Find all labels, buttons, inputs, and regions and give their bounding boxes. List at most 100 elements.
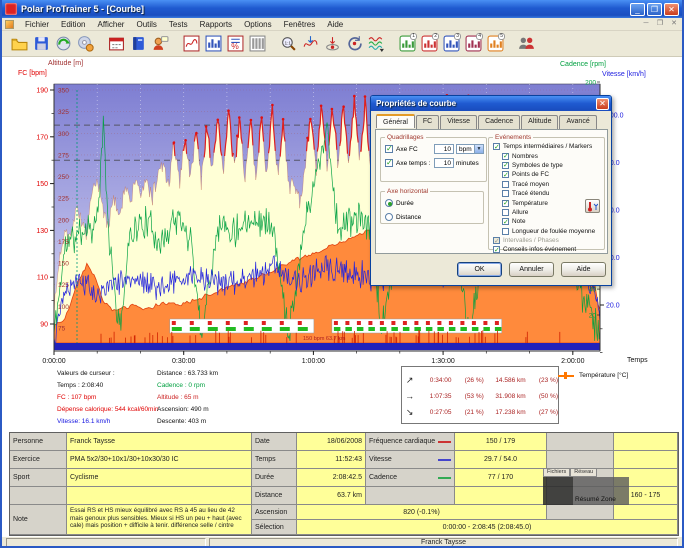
axe-temps-unit-label: minutes	[456, 160, 479, 167]
menu-item-tests[interactable]: Tests	[163, 19, 194, 30]
percent-view-icon[interactable]: %	[224, 33, 246, 55]
checkbox[interactable]	[502, 181, 509, 188]
series-line-icon	[438, 477, 451, 479]
axe-fc-checkbox[interactable]	[385, 145, 393, 153]
checkbox[interactable]	[493, 143, 500, 150]
dialog-tab-page: Quadrillages Axe FC bpm ▼ Axe temps : mi…	[375, 129, 608, 254]
menu-item-aide[interactable]: Aide	[321, 19, 349, 30]
transfer-watch-icon[interactable]	[52, 33, 74, 55]
multi-curves-icon[interactable]	[365, 33, 387, 55]
series-line-icon	[438, 459, 451, 461]
mdi-restore-icon[interactable]: ❐	[654, 20, 666, 29]
calendar-icon[interactable]	[105, 33, 127, 55]
overlay-tab-reseau[interactable]: Réseau	[570, 468, 597, 477]
checkbox[interactable]	[502, 218, 509, 225]
burn-cd-icon[interactable]	[74, 33, 96, 55]
mdi-close-icon[interactable]: ✕	[668, 20, 680, 29]
menu-item-outils[interactable]: Outils	[130, 19, 162, 30]
table-label-cell: Cadence	[366, 469, 455, 487]
overlay-tab-fichiers[interactable]: Fichiers	[543, 468, 570, 477]
chevron-down-icon[interactable]: ▼	[474, 145, 483, 153]
radio-distance[interactable]	[385, 213, 393, 221]
dialog-tab-gnral[interactable]: Général	[376, 114, 415, 128]
checkbox[interactable]	[502, 190, 509, 197]
table-value-cell	[67, 487, 252, 505]
axe-temps-checkbox[interactable]	[385, 159, 393, 167]
dialog-tab-avanc[interactable]: Avancé	[559, 115, 596, 129]
overlay-dark-square	[543, 477, 573, 505]
checkbox[interactable]	[502, 228, 509, 235]
open-file-icon[interactable]	[8, 33, 30, 55]
diary-icon[interactable]	[127, 33, 149, 55]
chart-preset-1-icon[interactable]: 1	[396, 33, 418, 55]
columns-view-icon[interactable]	[246, 33, 268, 55]
person-info-icon[interactable]	[149, 33, 171, 55]
svg-text:150: 150	[36, 181, 48, 188]
dialog-tab-cadence[interactable]: Cadence	[478, 115, 520, 129]
curve-view-icon[interactable]	[180, 33, 202, 55]
svg-text:20: 20	[589, 313, 597, 320]
chart-preset-3-icon[interactable]: 3	[440, 33, 462, 55]
checkbox[interactable]	[502, 209, 509, 216]
checkbox[interactable]	[502, 200, 509, 207]
axe-fc-unit-select[interactable]: bpm ▼	[456, 144, 484, 154]
restore-button[interactable]: ❐	[647, 3, 662, 16]
svg-text:Cadence [rpm]: Cadence [rpm]	[560, 61, 606, 68]
close-button[interactable]: ✕	[664, 3, 679, 16]
chart-preset-5-icon[interactable]: 5	[484, 33, 506, 55]
radio-dure[interactable]	[385, 199, 393, 207]
phase-arrow-icon: ↗	[402, 375, 417, 386]
temperature-settings-button[interactable]	[585, 199, 600, 213]
chart-preset-2-icon[interactable]: 2	[418, 33, 440, 55]
annuler-button[interactable]: Annuler	[509, 262, 554, 277]
table-label-cell: Ascension	[252, 505, 297, 520]
table-label-cell: Sport	[10, 469, 67, 487]
zoom-actual-icon[interactable]: 1:1	[277, 33, 299, 55]
evenements-title: Evénements	[493, 134, 533, 141]
minimize-button[interactable]: _	[630, 3, 645, 16]
svg-text:40: 40	[589, 287, 597, 294]
cursor-value: Ascension: 490 m	[157, 404, 218, 416]
menu-item-fentres[interactable]: Fenêtres	[278, 19, 322, 30]
lap-marker-icon[interactable]	[321, 33, 343, 55]
cursor-value: FC : 107 bpm	[57, 392, 159, 404]
phase-arrow-icon: ↘	[402, 407, 417, 418]
dialog-tab-vitesse[interactable]: Vitesse	[440, 115, 477, 129]
checkbox[interactable]	[493, 237, 500, 244]
svg-text:275: 275	[58, 152, 69, 159]
menu-item-rapports[interactable]: Rapports	[194, 19, 238, 30]
app-icon	[5, 3, 17, 15]
checkbox[interactable]	[493, 246, 500, 253]
checkbox[interactable]	[502, 171, 509, 178]
menu-item-fichier[interactable]: Fichier	[19, 19, 55, 30]
cursor-value: Cadence : 0 rpm	[157, 380, 218, 392]
menu-item-options[interactable]: Options	[238, 19, 278, 30]
chart-preset-4-icon[interactable]: 4	[462, 33, 484, 55]
svg-text:110: 110	[37, 275, 48, 282]
dialog-tab-fc[interactable]: FC	[416, 115, 439, 129]
compare-persons-icon[interactable]	[515, 33, 537, 55]
checkbox[interactable]	[502, 162, 509, 169]
menu-item-edition[interactable]: Edition	[55, 19, 91, 30]
aide-button[interactable]: Aide	[561, 262, 606, 277]
app-window: 1901701501301109035032530027525022520017…	[0, 0, 684, 548]
svg-text:170: 170	[36, 134, 48, 141]
dialog-tab-altitude[interactable]: Altitude	[521, 115, 558, 129]
axe-fc-value-input[interactable]	[434, 144, 454, 154]
ok-button[interactable]: OK	[457, 262, 502, 277]
cursor-value: Altitude : 65 m	[157, 392, 218, 404]
save-icon[interactable]	[30, 33, 52, 55]
event-option-trac-moyen: Tracé moyen	[502, 180, 604, 189]
reset-zoom-icon[interactable]	[343, 33, 365, 55]
bar-chart-view-icon[interactable]	[202, 33, 224, 55]
checkbox[interactable]	[502, 153, 509, 160]
mdi-minimize-icon[interactable]: ─	[640, 20, 652, 29]
axe-temps-value-input[interactable]	[434, 158, 454, 168]
menu-item-afficher[interactable]: Afficher	[91, 19, 130, 30]
dialog-close-icon[interactable]: ✕	[596, 98, 609, 110]
table-value-cell: 63.7 km	[297, 487, 366, 505]
table-label-cell: Exercice	[10, 451, 67, 469]
table-value-cell: 2:08:42.5	[297, 469, 366, 487]
curve-marker-icon[interactable]	[299, 33, 321, 55]
svg-text:150 bpm 63.7 km: 150 bpm 63.7 km	[303, 336, 346, 342]
